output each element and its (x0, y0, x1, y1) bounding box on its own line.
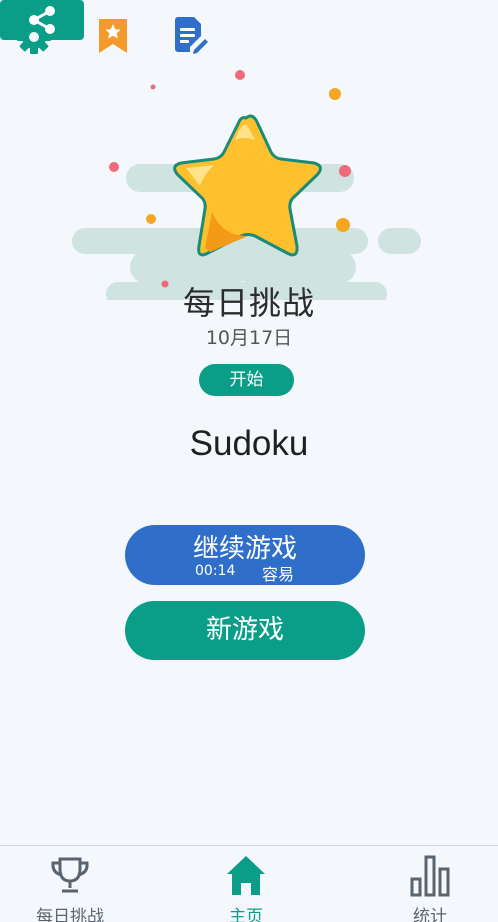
bar-chart-icon (410, 855, 450, 897)
trophy-icon (51, 857, 89, 893)
nav-label-home: 主页 (229, 907, 263, 922)
app-root: 每日挑战 10月17日 开始 Sudoku 继续游戏 00:14 容易 新游戏 … (0, 0, 498, 922)
share-button[interactable] (0, 0, 84, 40)
continue-game-label: 继续游戏 (192, 534, 297, 564)
daily-challenge-title: 每日挑战 (182, 284, 315, 322)
continue-game-difficulty: 容易 (262, 565, 295, 584)
new-game-button[interactable]: 新游戏 (125, 601, 365, 660)
daily-challenge-date: 10月17日 (205, 327, 293, 349)
bookmark-star-icon (99, 19, 127, 53)
daily-star-illustration (72, 70, 421, 300)
notes-button[interactable] (170, 14, 212, 56)
bottom-navigation: 每日挑战 主页 统计 (0, 845, 498, 922)
app-title: Sudoku (189, 424, 309, 463)
continue-game-button[interactable]: 继续游戏 00:14 容易 (125, 525, 365, 585)
share-icon (29, 6, 55, 34)
nav-item-statistics[interactable]: 统计 (360, 846, 498, 922)
nav-label-daily-challenge: 每日挑战 (36, 907, 104, 922)
continue-game-time: 00:14 (195, 563, 236, 579)
start-daily-button[interactable]: 开始 (199, 364, 294, 396)
edit-document-icon (175, 17, 208, 54)
bookmark-button[interactable] (94, 16, 132, 56)
nav-item-daily-challenge[interactable]: 每日挑战 (0, 846, 140, 922)
nav-item-home[interactable]: 主页 (176, 846, 316, 922)
home-icon (227, 856, 265, 895)
nav-label-statistics: 统计 (413, 907, 447, 922)
